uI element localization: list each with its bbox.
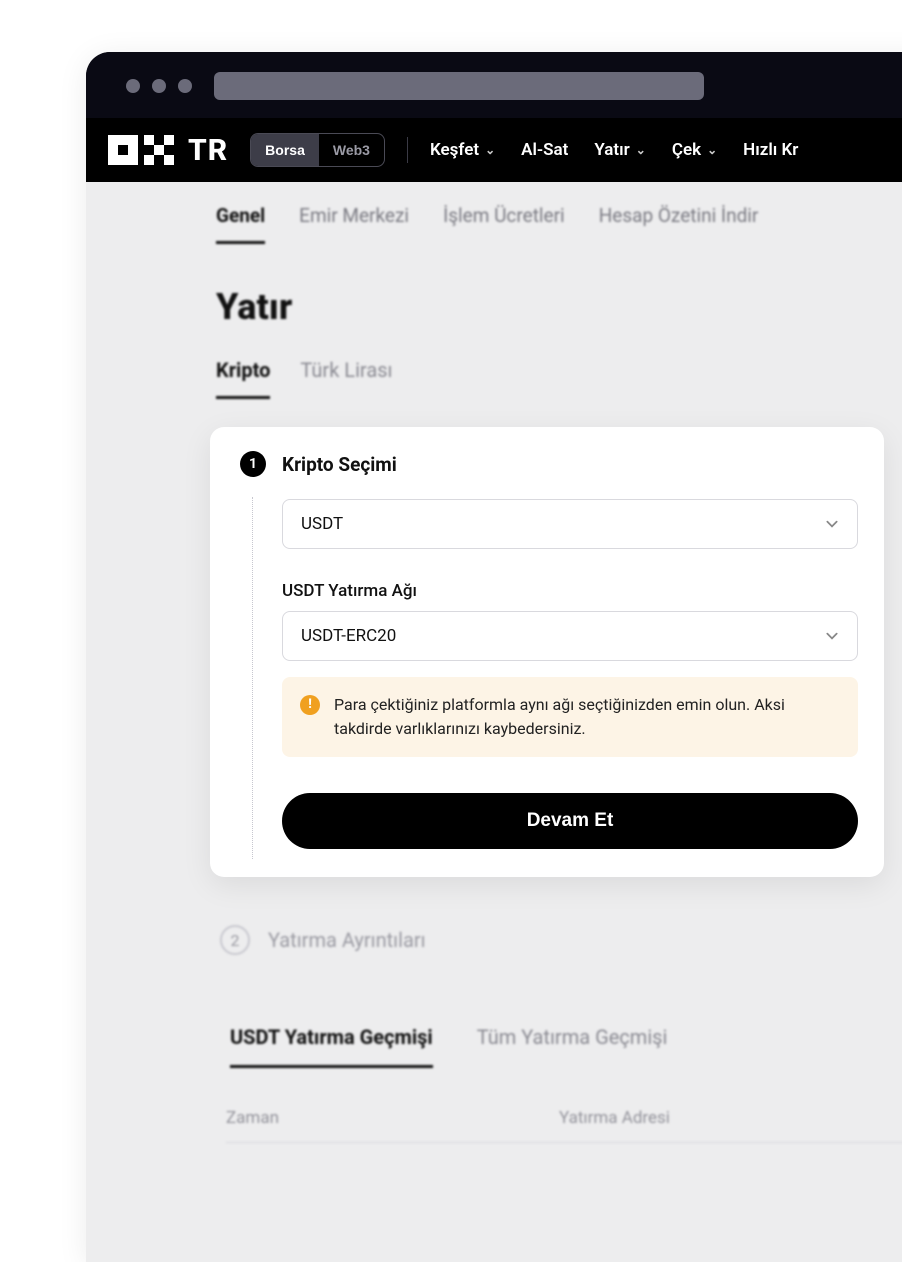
network-label: USDT Yatırma Ağı — [282, 581, 858, 601]
step-2-row: 2 Yatırma Ayrıntıları — [220, 925, 902, 955]
chevron-down-icon — [825, 629, 839, 643]
network-select-value: USDT-ERC20 — [301, 626, 396, 646]
divider — [407, 137, 408, 163]
step-2-title: Yatırma Ayrıntıları — [268, 928, 426, 952]
logo[interactable]: TR — [108, 133, 228, 168]
step-2-badge: 2 — [220, 925, 250, 955]
crypto-select-value: USDT — [301, 514, 343, 534]
subnav-emir[interactable]: Emir Merkezi — [299, 204, 409, 244]
currency-tabs: Kripto Türk Lirası — [86, 328, 902, 399]
step-1-title: Kripto Seçimi — [282, 453, 397, 476]
chevron-down-icon: ⌄ — [485, 143, 495, 157]
top-nav: Keşfet ⌄ Al-Sat Yatır ⌄ Çek ⌄ Hızlı Kr — [430, 140, 798, 160]
mode-borsa-button[interactable]: Borsa — [251, 134, 319, 166]
traffic-light-min[interactable] — [152, 79, 166, 93]
continue-button[interactable]: Devam Et — [282, 793, 858, 849]
step-1-badge: 1 — [240, 451, 266, 477]
nav-hizli[interactable]: Hızlı Kr — [743, 140, 798, 160]
mode-toggle: Borsa Web3 — [250, 133, 385, 167]
nav-kesfet[interactable]: Keşfet ⌄ — [430, 140, 495, 160]
tab-try[interactable]: Türk Lirası — [300, 358, 392, 399]
table-header: Zaman Yatırma Adresi — [226, 1094, 902, 1143]
network-warning-text: Para çektiğiniz platformla aynı ağı seçt… — [334, 693, 840, 741]
nav-kesfet-label: Keşfet — [430, 140, 479, 160]
sub-nav: Genel Emir Merkezi İşlem Ücretleri Hesap… — [86, 182, 902, 244]
okx-logo-icon — [108, 135, 178, 165]
network-select[interactable]: USDT-ERC20 — [282, 611, 858, 661]
history-tabs: USDT Yatırma Geçmişi Tüm Yatırma Geçmişi — [230, 1025, 902, 1068]
step-connector-line — [252, 497, 253, 859]
page-title: Yatır — [86, 244, 902, 328]
nav-yatir[interactable]: Yatır ⌄ — [594, 140, 645, 160]
tab-kripto[interactable]: Kripto — [216, 358, 270, 399]
warning-icon: ! — [300, 695, 320, 715]
content-area: Genel Emir Merkezi İşlem Ücretleri Hesap… — [86, 182, 902, 1262]
network-warning: ! Para çektiğiniz platformla aynı ağı se… — [282, 677, 858, 757]
url-bar[interactable] — [214, 72, 704, 100]
browser-chrome — [86, 52, 902, 118]
chevron-down-icon: ⌄ — [707, 143, 717, 157]
nav-cek[interactable]: Çek ⌄ — [672, 140, 717, 160]
chevron-down-icon: ⌄ — [636, 143, 646, 157]
deposit-step-card: 1 Kripto Seçimi USDT USDT Yatırma Ağı US… — [210, 427, 884, 877]
logo-text: TR — [188, 133, 228, 168]
col-address: Yatırma Adresi — [559, 1108, 670, 1128]
subnav-genel[interactable]: Genel — [216, 204, 265, 244]
tab-usdt-history[interactable]: USDT Yatırma Geçmişi — [230, 1025, 433, 1068]
nav-cek-label: Çek — [672, 140, 701, 160]
chevron-down-icon — [825, 517, 839, 531]
subnav-ucret[interactable]: İşlem Ücretleri — [443, 204, 565, 244]
app-header: TR Borsa Web3 Keşfet ⌄ Al-Sat Yatır ⌄ Çek ⌄… — [86, 118, 902, 182]
traffic-lights — [126, 79, 192, 93]
subnav-hesap[interactable]: Hesap Özetini İndir — [599, 204, 759, 244]
tab-all-history[interactable]: Tüm Yatırma Geçmişi — [477, 1025, 668, 1068]
traffic-light-close[interactable] — [126, 79, 140, 93]
crypto-select[interactable]: USDT — [282, 499, 858, 549]
col-time: Zaman — [226, 1108, 279, 1128]
nav-yatir-label: Yatır — [594, 140, 629, 160]
traffic-light-max[interactable] — [178, 79, 192, 93]
mode-web3-button[interactable]: Web3 — [319, 134, 384, 166]
nav-alsat[interactable]: Al-Sat — [521, 140, 568, 160]
browser-window: TR Borsa Web3 Keşfet ⌄ Al-Sat Yatır ⌄ Çek ⌄… — [86, 52, 902, 1262]
